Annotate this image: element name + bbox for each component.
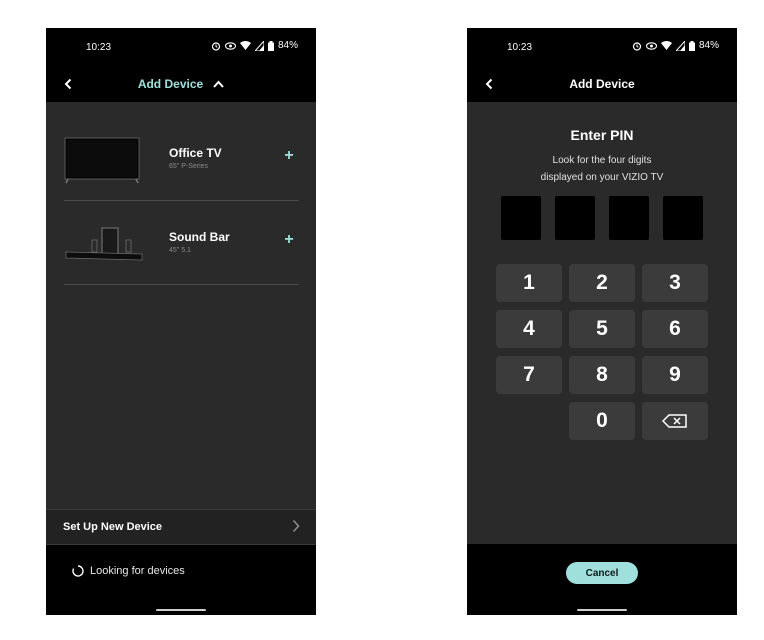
back-button[interactable] [56, 72, 80, 96]
status-bar: 10:23 84% [467, 28, 737, 66]
backspace-icon [662, 414, 687, 428]
cancel-button[interactable]: Cancel [566, 562, 638, 584]
signal-icon [254, 40, 264, 51]
status-bar: 10:23 84% [46, 28, 316, 66]
page-title: Add Device [569, 77, 635, 91]
status-icons: 84% [211, 40, 298, 51]
pin-digit-box[interactable] [555, 196, 595, 240]
pin-hint-line-1: Look for the four digits [552, 155, 652, 166]
pin-hint: Look for the four digits displayed on yo… [507, 152, 697, 186]
backspace-key[interactable] [642, 402, 708, 440]
device-subtitle: 65" P-Series [169, 163, 209, 170]
add-device-screen: 10:23 84% Add Device Office TV 65" P-Ser… [46, 28, 316, 615]
app-bar: Add Device [467, 66, 737, 102]
device-list-toggle[interactable]: Add Device [46, 66, 316, 102]
key-9[interactable]: 9 [642, 356, 708, 394]
device-subtitle: 45" 5.1 [169, 247, 191, 254]
pin-digit-boxes [467, 196, 737, 240]
device-row-sound-bar[interactable]: Sound Bar 45" 5.1 + [64, 200, 299, 285]
status-icons: 84% [632, 40, 719, 51]
home-indicator[interactable] [156, 609, 206, 611]
wifi-icon [239, 40, 251, 50]
setup-new-device-label: Set Up New Device [63, 521, 163, 533]
key-4[interactable]: 4 [496, 310, 562, 348]
key-3[interactable]: 3 [642, 264, 708, 302]
scan-status-label: Looking for devices [90, 565, 185, 577]
device-name: Office TV [169, 146, 222, 160]
page-title: Add Device [137, 77, 204, 91]
plus-icon[interactable]: + [279, 146, 299, 166]
key-5[interactable]: 5 [569, 310, 635, 348]
pin-digit-box[interactable] [609, 196, 649, 240]
eye-icon [645, 41, 657, 50]
enter-pin-screen: 10:23 84% Add Device Enter PIN Look for … [467, 28, 737, 615]
battery-icon [688, 40, 695, 51]
tv-icon [64, 137, 140, 184]
status-time: 10:23 [86, 42, 112, 53]
number-keypad: 1 2 3 4 5 6 7 8 9 0 [496, 264, 709, 440]
battery-percent: 84% [698, 40, 719, 51]
home-indicator[interactable] [577, 609, 627, 611]
key-7[interactable]: 7 [496, 356, 562, 394]
device-row-office-tv[interactable]: Office TV 65" P-Series + [64, 116, 299, 201]
alarm-icon [211, 41, 221, 51]
battery-icon [267, 40, 274, 51]
pin-hint-line-2: displayed on your VIZIO TV [540, 172, 664, 183]
wifi-icon [660, 40, 672, 50]
plus-icon[interactable]: + [279, 230, 299, 250]
pin-digit-box[interactable] [663, 196, 703, 240]
spinner-icon [72, 565, 84, 577]
eye-icon [224, 41, 236, 50]
soundbar-icon [65, 227, 143, 261]
key-1[interactable]: 1 [496, 264, 562, 302]
chevron-right-icon [292, 519, 300, 533]
pin-digit-box[interactable] [501, 196, 541, 240]
device-name: Sound Bar [169, 230, 230, 244]
setup-new-device-row[interactable]: Set Up New Device [46, 509, 316, 545]
back-chevron-icon [64, 78, 72, 90]
back-button[interactable] [477, 72, 501, 96]
key-0[interactable]: 0 [569, 402, 635, 440]
signal-icon [675, 40, 685, 51]
status-time: 10:23 [507, 42, 533, 53]
pin-title: Enter PIN [570, 127, 634, 143]
key-8[interactable]: 8 [569, 356, 635, 394]
key-6[interactable]: 6 [642, 310, 708, 348]
page-title-wrap: Add Device [467, 66, 737, 102]
device-list: Office TV 65" P-Series + Sound Bar 45" 5… [46, 102, 316, 509]
chevron-up-icon [213, 80, 224, 88]
footer: Cancel [467, 544, 737, 615]
alarm-icon [632, 41, 642, 51]
app-bar: Add Device [46, 66, 316, 102]
scan-status: Looking for devices [72, 565, 185, 577]
back-chevron-icon [485, 78, 493, 90]
key-2[interactable]: 2 [569, 264, 635, 302]
battery-percent: 84% [277, 40, 298, 51]
pin-entry-panel: Enter PIN Look for the four digits displ… [467, 102, 737, 544]
